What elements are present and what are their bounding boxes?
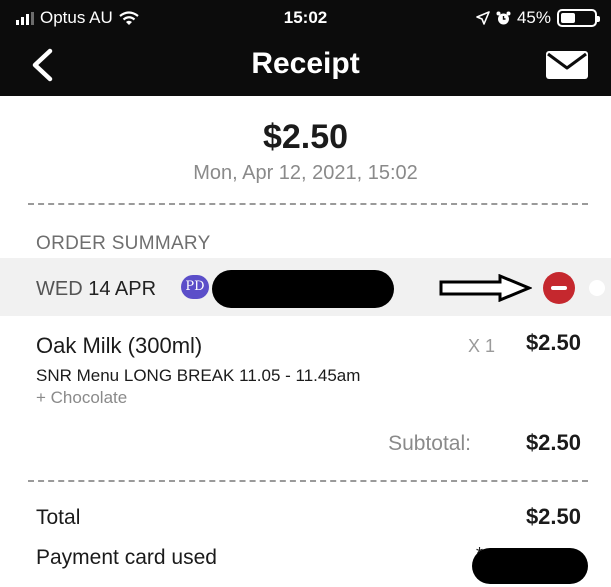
redaction-mark xyxy=(212,270,394,308)
subtotal-label: Subtotal: xyxy=(388,432,471,455)
dashed-divider xyxy=(28,203,588,205)
battery-icon xyxy=(557,9,600,27)
item-price: $2.50 xyxy=(525,330,581,355)
order-day-row: WED 14 APR PD xyxy=(0,258,611,316)
location-arrow-icon xyxy=(476,11,490,25)
alarm-clock-icon xyxy=(496,11,511,24)
item-menu: SNR Menu LONG BREAK 11.05 - 11.45am xyxy=(36,366,361,385)
order-day-date: 14 APR xyxy=(88,278,157,300)
item-modifier: + Chocolate xyxy=(36,388,128,407)
subtotal-value: $2.50 xyxy=(525,430,581,455)
item-quantity: X 1 xyxy=(468,336,496,356)
user-initials-badge: PD xyxy=(181,275,209,299)
envelope-icon[interactable] xyxy=(545,50,589,80)
total-label: Total xyxy=(36,506,81,529)
order-day: WED 14 APR xyxy=(36,278,156,301)
payment-card-label: Payment card used xyxy=(36,546,217,569)
receipt-datetime: Mon, Apr 12, 2021, 15:02 xyxy=(193,162,418,184)
item-name: Oak Milk (300ml) xyxy=(36,333,203,358)
battery-percent: 45% xyxy=(516,8,551,27)
dashed-divider xyxy=(28,480,588,482)
status-right: 45% xyxy=(476,8,600,28)
right-arrow-icon xyxy=(439,274,532,302)
edge-dot xyxy=(589,280,605,296)
top-bar: Optus AU 15:02 45% Receipt xyxy=(0,0,611,96)
order-day-name: WED xyxy=(36,278,83,300)
page-title: Receipt xyxy=(251,47,360,80)
status-bar: Optus AU 15:02 45% xyxy=(0,0,611,34)
remove-item-button[interactable] xyxy=(543,272,575,304)
redaction-mark xyxy=(472,548,588,584)
nav-bar: Receipt xyxy=(0,34,611,96)
receipt-amount: $2.50 xyxy=(262,118,349,156)
battery-level xyxy=(561,13,576,23)
order-summary-heading: ORDER SUMMARY xyxy=(36,233,211,254)
total-value: $2.50 xyxy=(525,504,581,529)
